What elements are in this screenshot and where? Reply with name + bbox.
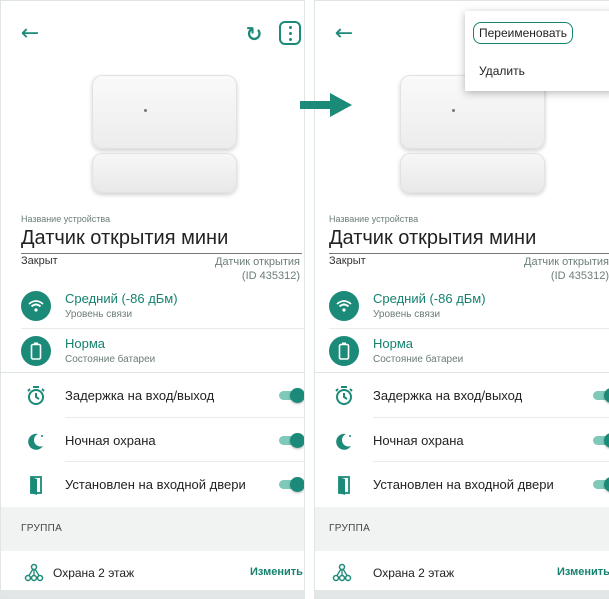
battery-subtitle: Состояние батареи [373, 354, 464, 365]
change-group-link[interactable]: Изменить [250, 566, 303, 578]
group-row: Охрана 2 этаж Изменить [315, 551, 609, 595]
night-guard-toggle[interactable] [593, 433, 609, 448]
device-type: Датчик открытия (ID 435312) [215, 256, 300, 282]
bottom-bar [315, 590, 609, 598]
group-icon [332, 563, 352, 582]
group-section: ГРУППА [1, 507, 304, 553]
group-row: Охрана 2 этаж Изменить [1, 551, 304, 595]
moon-icon [336, 433, 351, 450]
device-name-label: Название устройства [329, 214, 419, 224]
transition-arrow-icon [300, 93, 352, 117]
signal-subtitle: Уровень связи [373, 309, 441, 320]
battery-row: Норма Состояние батареи [1, 332, 304, 372]
signal-subtitle: Уровень связи [65, 309, 133, 320]
option-row-entrance-door[interactable]: Установлен на входной двери [1, 462, 304, 506]
option-label: Задержка на вход/выход [65, 388, 215, 403]
change-group-link[interactable]: Изменить [557, 566, 609, 578]
battery-icon [329, 336, 359, 366]
battery-subtitle: Состояние батареи [65, 354, 156, 365]
battery-title: Норма [373, 336, 414, 351]
group-icon [24, 563, 44, 582]
door-icon [338, 476, 350, 495]
signal-row: Средний (-86 дБм) Уровень связи [1, 287, 304, 327]
delete-menu-item[interactable]: Удалить [479, 64, 525, 78]
signal-row: Средний (-86 дБм) Уровень связи [315, 287, 609, 327]
moon-icon [28, 433, 43, 450]
option-row-night-guard[interactable]: Ночная охрана [1, 418, 304, 462]
more-options-button[interactable] [279, 21, 301, 45]
entrance-door-toggle[interactable] [279, 477, 304, 492]
device-screen-before: ← ↻ Название устройства Датчик открытия … [0, 0, 305, 599]
back-button[interactable]: ← [17, 21, 43, 47]
group-name: Охрана 2 этаж [53, 566, 135, 580]
battery-title: Норма [65, 336, 106, 351]
group-header: ГРУППА [329, 523, 371, 534]
device-name-input[interactable]: Датчик открытия мини [329, 227, 609, 254]
night-guard-toggle[interactable] [279, 433, 304, 448]
group-section: ГРУППА [315, 507, 609, 553]
overflow-menu: Переименовать Удалить [465, 11, 609, 91]
entrance-door-toggle[interactable] [593, 477, 609, 492]
device-state: Закрыт [329, 255, 366, 267]
signal-title: Средний (-86 дБм) [373, 291, 486, 306]
back-button[interactable]: ← [331, 21, 357, 47]
bottom-bar [1, 590, 304, 598]
group-header: ГРУППА [21, 523, 63, 534]
option-label: Установлен на входной двери [373, 477, 554, 492]
option-label: Установлен на входной двери [65, 477, 246, 492]
device-name-input[interactable]: Датчик открытия мини [21, 227, 302, 254]
entry-delay-toggle[interactable] [279, 388, 304, 403]
battery-row: Норма Состояние батареи [315, 332, 609, 372]
option-row-entry-delay[interactable]: Задержка на вход/выход [315, 373, 609, 417]
rename-menu-item[interactable]: Переименовать [473, 22, 573, 44]
option-label: Задержка на вход/выход [373, 388, 523, 403]
device-state: Закрыт [21, 255, 58, 267]
wifi-icon [329, 291, 359, 321]
option-label: Ночная охрана [373, 433, 464, 448]
option-row-night-guard[interactable]: Ночная охрана [315, 418, 609, 462]
door-icon [30, 476, 42, 495]
timer-icon [335, 386, 353, 405]
signal-title: Средний (-86 дБм) [65, 291, 178, 306]
battery-icon [21, 336, 51, 366]
group-name: Охрана 2 этаж [373, 566, 455, 580]
device-type: Датчик открытия (ID 435312) [524, 256, 609, 282]
refresh-button[interactable]: ↻ [241, 21, 267, 47]
device-screen-after: ← Переименовать Удалить Название устройс… [314, 0, 609, 599]
option-row-entry-delay[interactable]: Задержка на вход/выход [1, 373, 304, 417]
wifi-icon [21, 291, 51, 321]
option-label: Ночная охрана [65, 433, 156, 448]
device-name-label: Название устройства [21, 214, 111, 224]
option-row-entrance-door[interactable]: Установлен на входной двери [315, 462, 609, 506]
entry-delay-toggle[interactable] [593, 388, 609, 403]
timer-icon [27, 386, 45, 405]
